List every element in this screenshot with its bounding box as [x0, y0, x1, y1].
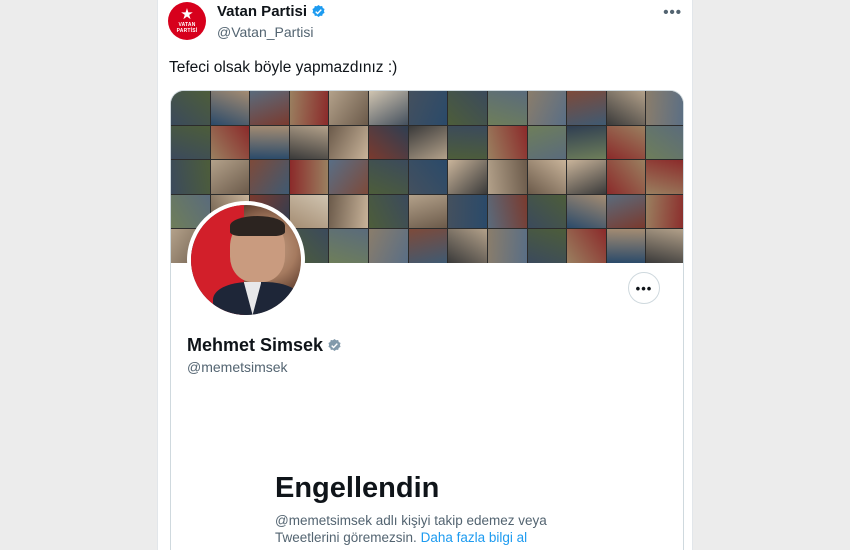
- banner-photo-tile: [448, 91, 487, 125]
- banner-photo-tile: [646, 160, 683, 194]
- banner-photo-tile: [606, 125, 646, 160]
- logo-text: VATAN PARTİSİ: [176, 21, 198, 34]
- banner-photo-tile: [408, 194, 448, 229]
- banner-photo-tile: [408, 229, 448, 263]
- banner-photo-tile: [448, 160, 487, 194]
- banner-photo-tile: [250, 160, 289, 194]
- profile-more-button[interactable]: •••: [628, 272, 660, 304]
- banner-photo-tile: [329, 125, 369, 160]
- banner-photo-tile: [448, 125, 487, 160]
- tweet-text: Tefeci olsak böyle yapmazdınız :): [169, 59, 398, 76]
- banner-photo-tile: [408, 125, 448, 160]
- author-info: Vatan Partisi @Vatan_Partisi: [217, 3, 326, 40]
- banner-photo-tile: [606, 160, 646, 194]
- banner-photo-tile: [408, 160, 448, 194]
- banner-photo-tile: [171, 125, 210, 160]
- author-handle[interactable]: @Vatan_Partisi: [217, 24, 326, 40]
- banner-photo-tile: [369, 91, 408, 125]
- banner-photo-tile: [329, 160, 369, 194]
- banner-photo-tile: [487, 229, 527, 263]
- banner-photo-tile: [567, 91, 606, 125]
- banner-photo-tile: [448, 229, 487, 263]
- banner-photo-tile: [369, 194, 408, 229]
- banner-photo-tile: [646, 125, 683, 160]
- banner-photo-tile: [527, 125, 567, 160]
- banner-photo-tile: [329, 91, 369, 125]
- banner-photo-tile: [171, 91, 210, 125]
- banner-photo-tile: [567, 194, 606, 229]
- banner-photo-tile: [448, 194, 487, 229]
- banner-photo-tile: [289, 91, 329, 125]
- profile-name[interactable]: Mehmet Simsek: [187, 335, 323, 356]
- profile-name-row: Mehmet Simsek: [187, 335, 342, 356]
- banner-photo-tile: [289, 125, 329, 160]
- banner-photo-tile: [487, 91, 527, 125]
- banner-photo-tile: [487, 125, 527, 160]
- profile-handle[interactable]: @memetsimsek: [187, 359, 288, 375]
- banner-photo-tile: [487, 194, 527, 229]
- author-name[interactable]: Vatan Partisi: [217, 3, 307, 20]
- banner-photo-tile: [369, 229, 408, 263]
- banner-photo-tile: [606, 229, 646, 263]
- blocked-title: Engellendin: [275, 472, 440, 504]
- banner-photo-tile: [369, 160, 408, 194]
- blocked-description: @memetsimsek adlı kişiyi takip edemez ve…: [275, 512, 565, 546]
- banner-photo-tile: [329, 229, 369, 263]
- banner-photo-tile: [210, 160, 250, 194]
- banner-photo-tile: [289, 194, 329, 229]
- banner-photo-tile: [250, 91, 289, 125]
- verified-badge-icon: [312, 4, 325, 17]
- banner-photo-tile: [210, 91, 250, 125]
- banner-photo-tile: [527, 229, 567, 263]
- banner-photo-tile: [487, 160, 527, 194]
- banner-photo-tile: [527, 91, 567, 125]
- banner-photo-tile: [567, 160, 606, 194]
- profile-card[interactable]: ••• Mehmet Simsek @memetsimsek Engellend…: [170, 90, 684, 550]
- banner-photo-tile: [408, 91, 448, 125]
- banner-photo-tile: [250, 125, 289, 160]
- banner-photo-tile: [369, 125, 408, 160]
- banner-photo-tile: [329, 194, 369, 229]
- banner-photo-tile: [646, 229, 683, 263]
- star-icon: ★: [180, 5, 194, 23]
- verified-gray-badge-icon: [328, 338, 341, 351]
- tweet-card: ★ VATAN PARTİSİ Vatan Partisi @Vatan_Par…: [157, 0, 693, 550]
- banner-photo-tile: [646, 194, 683, 229]
- banner-photo-tile: [606, 194, 646, 229]
- banner-photo-tile: [171, 160, 210, 194]
- banner-photo-tile: [527, 194, 567, 229]
- banner-photo-tile: [567, 125, 606, 160]
- banner-photo-tile: [567, 229, 606, 263]
- banner-photo-tile: [646, 91, 683, 125]
- profile-picture[interactable]: [187, 201, 305, 319]
- banner-photo-tile: [527, 160, 567, 194]
- banner-photo-tile: [289, 160, 329, 194]
- learn-more-link[interactable]: Daha fazla bilgi al: [421, 530, 528, 545]
- tweet-more-button[interactable]: •••: [663, 4, 682, 21]
- banner-photo-tile: [210, 125, 250, 160]
- author-avatar[interactable]: ★ VATAN PARTİSİ: [168, 2, 206, 40]
- banner-photo-tile: [606, 91, 646, 125]
